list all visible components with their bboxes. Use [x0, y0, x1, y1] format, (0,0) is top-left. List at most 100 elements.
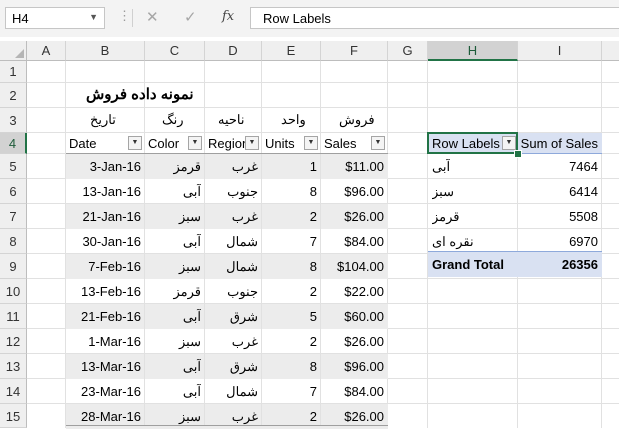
- column-header-c[interactable]: C: [145, 41, 205, 61]
- table-cell-units[interactable]: 8: [262, 184, 317, 199]
- table-cell-units[interactable]: 7: [262, 234, 317, 249]
- table-header-region[interactable]: Region: [208, 136, 249, 151]
- table-cell-date[interactable]: 28-Mar-16: [66, 409, 141, 424]
- pivot-row-value[interactable]: 6414: [519, 184, 598, 199]
- table-cell-date[interactable]: 7-Feb-16: [66, 259, 141, 274]
- filter-dropdown-icon[interactable]: ▼: [245, 136, 259, 150]
- table-header-color[interactable]: Color: [148, 136, 179, 151]
- table-header-units[interactable]: Units: [265, 136, 295, 151]
- table-cell-sales[interactable]: $22.00: [321, 284, 384, 299]
- pivot-row-value[interactable]: 6970: [519, 234, 598, 249]
- table-cell-sales[interactable]: $96.00: [321, 359, 384, 374]
- table-cell-units[interactable]: 2: [262, 334, 317, 349]
- pivot-row-value[interactable]: 7464: [519, 159, 598, 174]
- table-cell-color[interactable]: آبی: [145, 184, 201, 200]
- formula-input[interactable]: Row Labels: [250, 7, 619, 29]
- column-header-g[interactable]: G: [388, 41, 428, 61]
- table-cell-region[interactable]: غرب: [205, 209, 258, 225]
- table-cell-date[interactable]: 21-Feb-16: [66, 309, 141, 324]
- active-cell-selection[interactable]: [427, 132, 518, 154]
- filter-dropdown-icon[interactable]: ▼: [304, 136, 318, 150]
- table-cell-units[interactable]: 8: [262, 259, 317, 274]
- column-header-i[interactable]: I: [518, 41, 602, 61]
- row-header-7[interactable]: 7: [0, 204, 27, 229]
- table-cell-region[interactable]: جنوب: [205, 184, 258, 200]
- table-cell-sales[interactable]: $84.00: [321, 234, 384, 249]
- filter-dropdown-icon[interactable]: ▼: [188, 136, 202, 150]
- row-header-6[interactable]: 6: [0, 179, 27, 204]
- cancel-icon[interactable]: ✕: [146, 8, 159, 26]
- insert-function-icon[interactable]: fx: [222, 9, 234, 24]
- table-cell-units[interactable]: 1: [262, 159, 317, 174]
- pivot-row-label[interactable]: آبی: [432, 159, 450, 175]
- chevron-down-icon[interactable]: ▼: [89, 12, 98, 22]
- table-cell-date[interactable]: 13-Jan-16: [66, 184, 141, 199]
- select-all-button[interactable]: [0, 41, 27, 61]
- table-cell-region[interactable]: شمال: [205, 384, 258, 400]
- table-cell-sales[interactable]: $84.00: [321, 384, 384, 399]
- row-header-14[interactable]: 14: [0, 379, 27, 404]
- table-cell-color[interactable]: آبی: [145, 384, 201, 400]
- table-cell-sales[interactable]: $104.00: [321, 259, 384, 274]
- row-header-3[interactable]: 3: [0, 108, 27, 133]
- row-header-11[interactable]: 11: [0, 304, 27, 329]
- table-cell-date[interactable]: 1-Mar-16: [66, 334, 141, 349]
- table-cell-units[interactable]: 7: [262, 384, 317, 399]
- table-cell-color[interactable]: آبی: [145, 359, 201, 375]
- pivot-row-label[interactable]: سبز: [432, 184, 454, 200]
- table-cell-sales[interactable]: $26.00: [321, 209, 384, 224]
- table-cell-color[interactable]: آبی: [145, 309, 201, 325]
- table-header-sales[interactable]: Sales: [324, 136, 357, 151]
- table-cell-region[interactable]: غرب: [205, 159, 258, 175]
- table-cell-units[interactable]: 5: [262, 309, 317, 324]
- row-header-12[interactable]: 12: [0, 329, 27, 354]
- table-header-date[interactable]: Date: [69, 136, 96, 151]
- table-cell-color[interactable]: سبز: [145, 409, 201, 425]
- row-header-15[interactable]: 15: [0, 404, 27, 428]
- table-cell-sales[interactable]: $11.00: [321, 159, 384, 174]
- table-cell-region[interactable]: شمال: [205, 234, 258, 250]
- table-cell-date[interactable]: 13-Mar-16: [66, 359, 141, 374]
- row-header-13[interactable]: 13: [0, 354, 27, 379]
- table-cell-units[interactable]: 2: [262, 209, 317, 224]
- column-header-d[interactable]: D: [205, 41, 262, 61]
- pivot-sum-of-sales-header[interactable]: Sum of Sales: [519, 136, 598, 151]
- table-cell-color[interactable]: سبز: [145, 334, 201, 350]
- table-cell-sales[interactable]: $96.00: [321, 184, 384, 199]
- table-cell-date[interactable]: 13-Feb-16: [66, 284, 141, 299]
- table-cell-region[interactable]: شمال: [205, 259, 258, 275]
- name-box[interactable]: H4 ▼: [5, 7, 105, 29]
- table-cell-units[interactable]: 8: [262, 359, 317, 374]
- table-cell-color[interactable]: قرمز: [145, 284, 201, 300]
- table-cell-region[interactable]: شرق: [205, 359, 258, 375]
- pivot-row-label[interactable]: قرمز: [432, 209, 460, 225]
- filter-dropdown-icon[interactable]: ▼: [371, 136, 385, 150]
- table-cell-sales[interactable]: $26.00: [321, 409, 384, 424]
- fill-handle[interactable]: [514, 150, 522, 158]
- column-header-j[interactable]: [602, 41, 619, 61]
- table-cell-region[interactable]: غرب: [205, 409, 258, 425]
- pivot-row-label[interactable]: نقره ای: [432, 234, 474, 250]
- table-cell-date[interactable]: 30-Jan-16: [66, 234, 141, 249]
- table-cell-color[interactable]: قرمز: [145, 159, 201, 175]
- row-header-4[interactable]: 4: [0, 133, 27, 154]
- table-cell-units[interactable]: 2: [262, 284, 317, 299]
- row-header-1[interactable]: 1: [0, 61, 27, 83]
- row-header-8[interactable]: 8: [0, 229, 27, 254]
- table-cell-date[interactable]: 21-Jan-16: [66, 209, 141, 224]
- column-header-e[interactable]: E: [262, 41, 321, 61]
- table-cell-region[interactable]: شرق: [205, 309, 258, 325]
- enter-icon[interactable]: ✓: [184, 8, 197, 26]
- drag-handle-icon[interactable]: ⋮: [118, 9, 131, 23]
- table-cell-region[interactable]: غرب: [205, 334, 258, 350]
- table-cell-color[interactable]: سبز: [145, 209, 201, 225]
- table-cell-date[interactable]: 23-Mar-16: [66, 384, 141, 399]
- table-cell-sales[interactable]: $60.00: [321, 309, 384, 324]
- filter-dropdown-icon[interactable]: ▼: [128, 136, 142, 150]
- row-header-5[interactable]: 5: [0, 154, 27, 179]
- table-cell-units[interactable]: 2: [262, 409, 317, 424]
- column-header-h[interactable]: H: [428, 41, 518, 61]
- row-header-10[interactable]: 10: [0, 279, 27, 304]
- column-header-f[interactable]: F: [321, 41, 388, 61]
- pivot-row-value[interactable]: 5508: [519, 209, 598, 224]
